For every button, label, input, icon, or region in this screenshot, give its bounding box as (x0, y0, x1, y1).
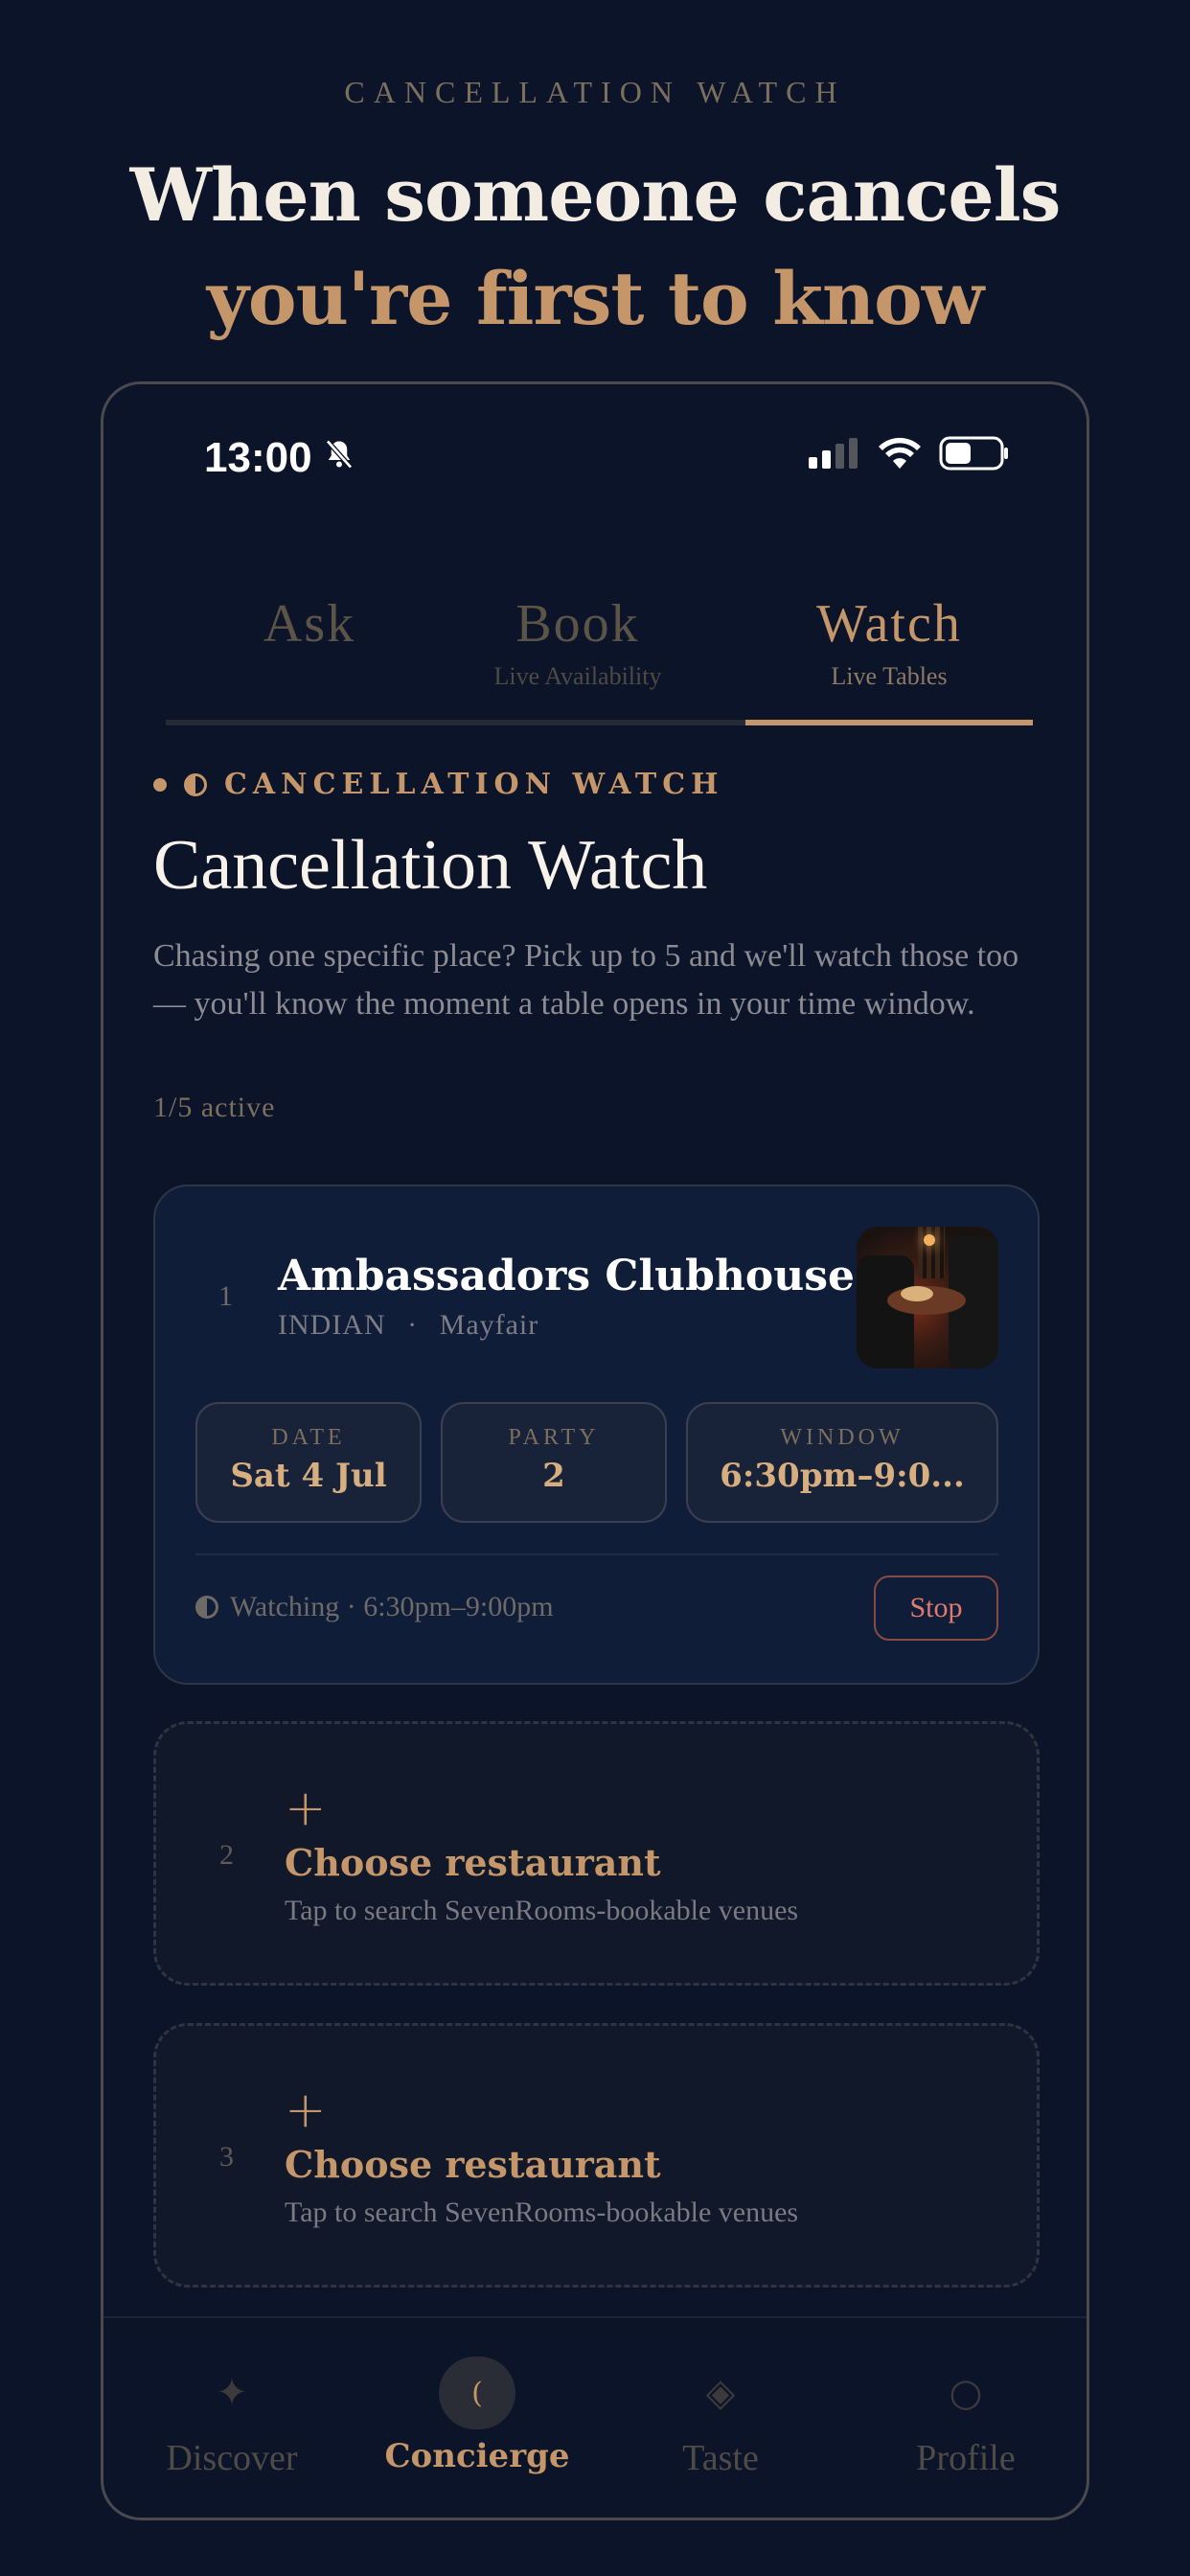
live-dot-icon (153, 777, 167, 792)
slot-number: 3 (219, 2141, 234, 2173)
empty-slot-2[interactable]: 2 + Choose restaurant Tap to search Seve… (153, 1721, 1040, 1986)
active-count: 1/5 active (153, 1092, 276, 1123)
status-bar-right (809, 436, 1010, 474)
bottom-nav: ✦ Discover ( Concierge ◈ Taste ○ Profile (103, 2316, 1087, 2518)
restaurant-meta: INDIAN · Mayfair (278, 1309, 538, 1342)
empty-slot-3[interactable]: 3 + Choose restaurant Tap to search Seve… (153, 2023, 1040, 2288)
nav-profile-label: Profile (916, 2438, 1016, 2478)
tab-watch-sublabel: Live Tables (831, 662, 948, 690)
tab-active-indicator (745, 720, 1033, 725)
nav-taste-label: Taste (682, 2438, 759, 2478)
card-divider (195, 1553, 998, 1555)
restaurant-thumbnail (857, 1227, 998, 1368)
watching-icon (195, 1596, 218, 1619)
restaurant-name: Ambassadors Clubhouse (278, 1252, 855, 1300)
diamond-icon: ◈ (705, 2371, 736, 2415)
nav-profile[interactable]: ○ Profile (860, 2357, 1071, 2479)
nav-discover[interactable]: ✦ Discover (126, 2357, 337, 2479)
tab-ask-label: Ask (263, 594, 356, 654)
restaurant-area: Mayfair (439, 1309, 539, 1341)
hero-headline-line2: you're first to know (206, 256, 984, 341)
date-pill[interactable]: DATE Sat 4 Jul (195, 1402, 422, 1523)
nav-discover-label: Discover (166, 2438, 298, 2478)
wifi-icon (878, 437, 922, 473)
tab-book[interactable]: Book Live Availability (453, 586, 702, 691)
restaurant-cuisine: INDIAN (278, 1309, 386, 1341)
circle-icon: ○ (949, 2371, 983, 2415)
hero-eyebrow: CANCELLATION WATCH (344, 75, 846, 109)
watch-card[interactable]: 1 Ambassadors Clubhouse INDIAN · Mayfair… (153, 1184, 1040, 1685)
choose-restaurant-subtitle: Tap to search SevenRooms-bookable venues (285, 2196, 799, 2228)
nav-concierge-label: Concierge (384, 2437, 570, 2475)
tab-book-sublabel: Live Availability (493, 662, 662, 690)
date-value: Sat 4 Jul (230, 1457, 387, 1495)
tab-book-label: Book (515, 594, 640, 654)
signal-icon (809, 438, 860, 472)
meta-separator: · (407, 1309, 419, 1341)
section-kicker-text: CANCELLATION WATCH (224, 768, 724, 801)
party-label: PARTY (508, 1425, 600, 1450)
window-value: 6:30pm–9:0... (720, 1457, 965, 1495)
plus-icon: + (285, 2082, 327, 2139)
tab-watch[interactable]: Watch Live Tables (745, 586, 1033, 691)
nav-concierge[interactable]: ( Concierge (372, 2357, 583, 2475)
section-title: Cancellation Watch (153, 826, 708, 905)
section-description: Chasing one specific place? Pick up to 5… (153, 938, 1019, 1022)
phone-frame: 13:00 Ask Book Live Availability Watch L… (101, 381, 1089, 2520)
date-label: DATE (271, 1425, 346, 1450)
nav-taste[interactable]: ◈ Taste (615, 2357, 826, 2479)
hero-headline: When someone cancels you're first to kno… (0, 144, 1190, 351)
plus-icon: + (285, 1780, 327, 1837)
status-bar-time: 13:00 (204, 434, 356, 482)
choose-restaurant-title: Choose restaurant (285, 2143, 661, 2186)
watching-status: Watching · 6:30pm–9:00pm (195, 1591, 554, 1623)
battery-icon (939, 436, 1010, 474)
party-value: 2 (542, 1457, 565, 1495)
watch-card-number: 1 (218, 1280, 233, 1312)
status-time-text: 13:00 (204, 434, 312, 481)
window-label: WINDOW (780, 1425, 904, 1450)
watching-status-text: Watching · 6:30pm–9:00pm (230, 1591, 554, 1622)
bell-muted-icon (322, 434, 356, 482)
mode-tabs: Ask Book Live Availability Watch Live Ta… (166, 586, 1033, 729)
choose-restaurant-subtitle: Tap to search SevenRooms-bookable venues (285, 1895, 799, 1926)
tab-watch-label: Watch (816, 594, 962, 654)
window-pill[interactable]: WINDOW 6:30pm–9:0... (686, 1402, 998, 1523)
tab-ask[interactable]: Ask (214, 586, 405, 662)
moon-icon: ( (439, 2357, 515, 2429)
half-moon-icon (184, 772, 207, 796)
section-kicker: CANCELLATION WATCH (153, 768, 723, 801)
party-pill[interactable]: PARTY 2 (441, 1402, 667, 1523)
choose-restaurant-title: Choose restaurant (285, 1841, 661, 1884)
hero-headline-line1: When someone cancels (129, 152, 1062, 238)
stop-button[interactable]: Stop (874, 1576, 998, 1641)
sparkle-icon: ✦ (216, 2371, 248, 2415)
slot-number: 2 (219, 1839, 234, 1871)
